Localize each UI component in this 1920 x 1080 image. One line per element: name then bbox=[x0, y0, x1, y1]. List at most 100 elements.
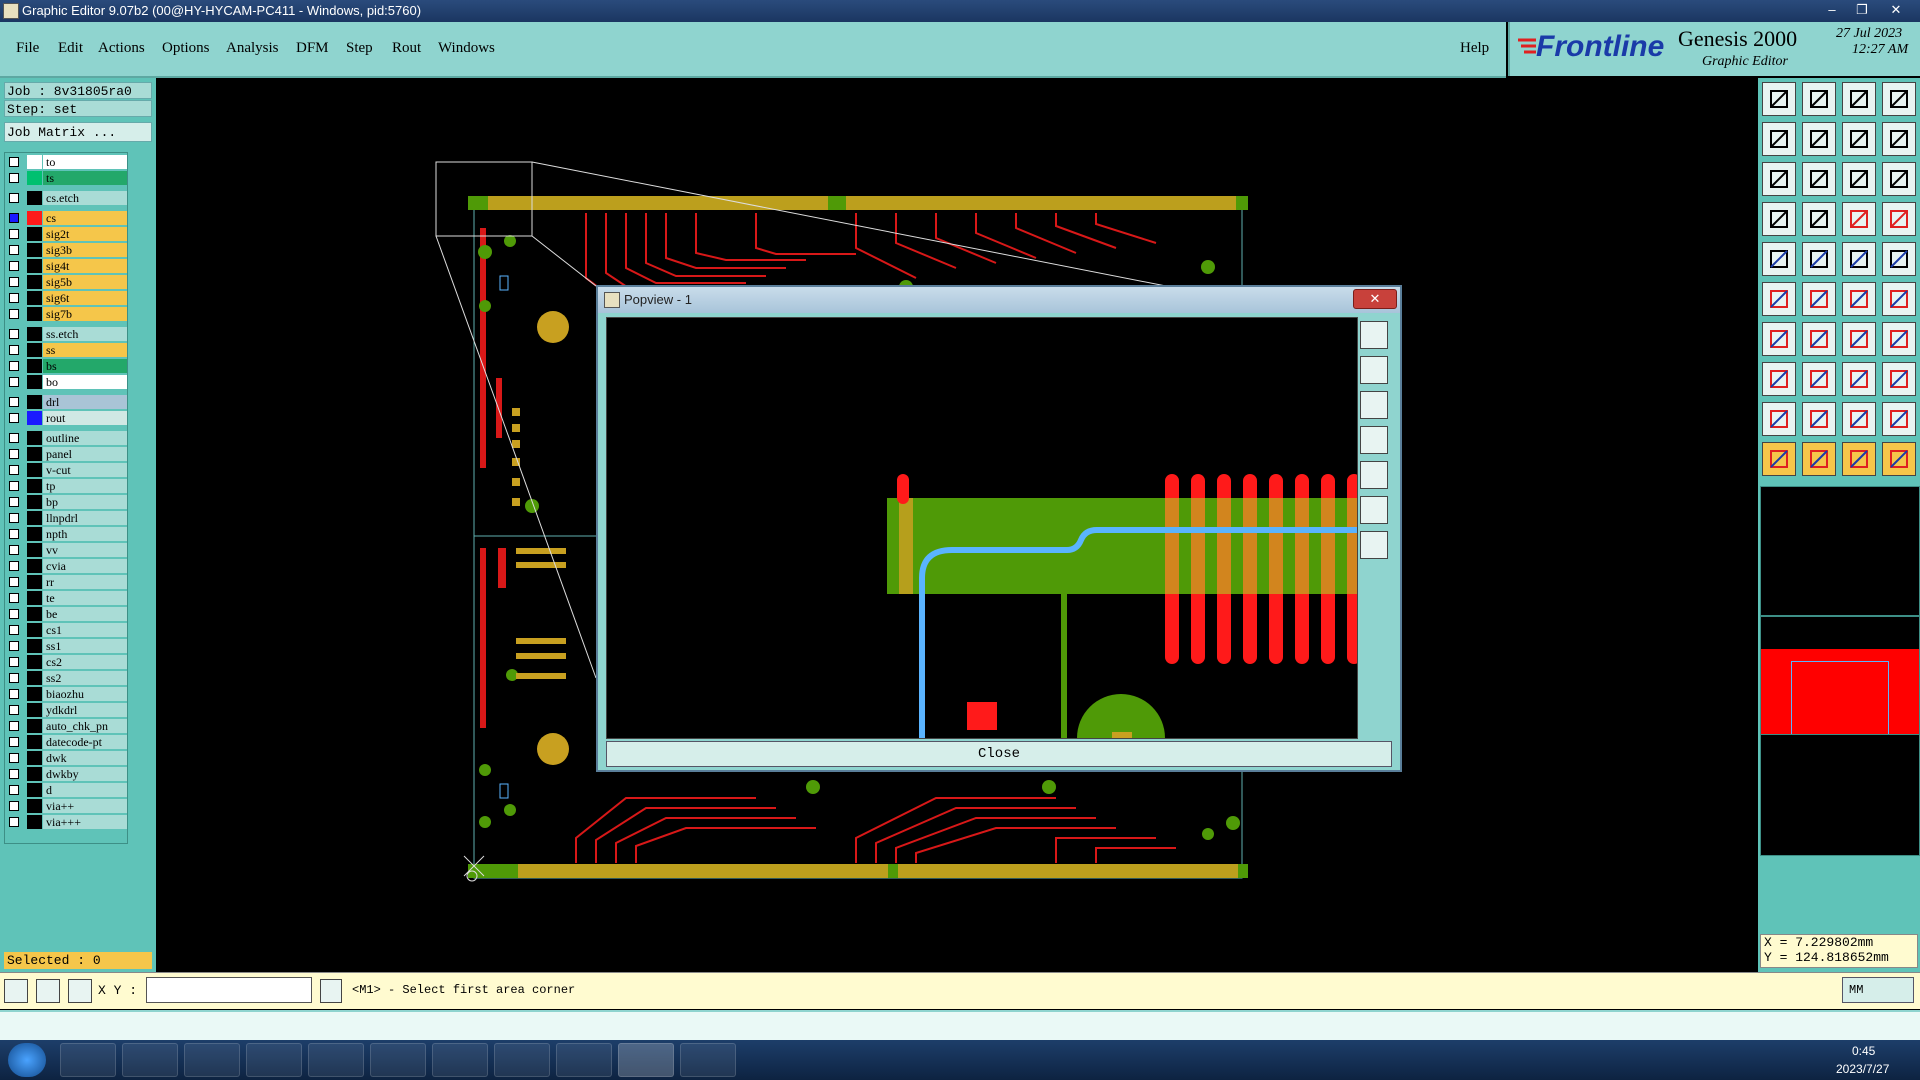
hand-icon[interactable] bbox=[1762, 202, 1796, 236]
layer-name[interactable]: sig3b bbox=[43, 243, 127, 257]
layer-color-swatch[interactable] bbox=[27, 655, 42, 669]
triangle-icon[interactable] bbox=[1762, 402, 1796, 436]
layer-visibility-checkbox[interactable] bbox=[9, 721, 19, 731]
triangle-a3-icon[interactable] bbox=[1882, 402, 1916, 436]
layer-name[interactable]: dwk bbox=[43, 751, 127, 765]
layer-name[interactable]: cs1 bbox=[43, 623, 127, 637]
layer-name[interactable]: vv bbox=[43, 543, 127, 557]
layer-color-swatch[interactable] bbox=[27, 359, 42, 373]
popview-pan-down-button[interactable] bbox=[1360, 391, 1388, 419]
layer-row-via++[interactable]: via++ bbox=[7, 799, 127, 813]
layer-visibility-checkbox[interactable] bbox=[9, 753, 19, 763]
layer-name[interactable]: via+++ bbox=[43, 815, 127, 829]
layer-color-swatch[interactable] bbox=[27, 687, 42, 701]
layer-color-swatch[interactable] bbox=[27, 411, 42, 425]
overview-map[interactable] bbox=[1760, 616, 1920, 759]
move-left-icon[interactable] bbox=[1762, 122, 1796, 156]
layer-visibility-checkbox[interactable] bbox=[9, 157, 19, 167]
layer-name[interactable]: ss bbox=[43, 343, 127, 357]
layer-visibility-checkbox[interactable] bbox=[9, 277, 19, 287]
save-icon[interactable] bbox=[1802, 82, 1836, 116]
layer-name[interactable]: llnpdrl bbox=[43, 511, 127, 525]
layer-row-ss1[interactable]: ss1 bbox=[7, 639, 127, 653]
layer-visibility-checkbox[interactable] bbox=[9, 413, 19, 423]
popview-canvas[interactable] bbox=[606, 317, 1358, 739]
layer-row-bs[interactable]: bs bbox=[7, 359, 127, 373]
snap-square-icon[interactable] bbox=[1762, 362, 1796, 396]
pointer-3-icon[interactable] bbox=[1842, 442, 1876, 476]
layer-color-swatch[interactable] bbox=[27, 191, 42, 205]
layer-color-swatch[interactable] bbox=[27, 211, 42, 225]
layer-color-swatch[interactable] bbox=[27, 703, 42, 717]
layer-color-swatch[interactable] bbox=[27, 607, 42, 621]
layer-visibility-checkbox[interactable] bbox=[9, 513, 19, 523]
snap-icon[interactable] bbox=[4, 979, 28, 1003]
layer-visibility-checkbox[interactable] bbox=[9, 689, 19, 699]
menu-step[interactable]: Step bbox=[346, 40, 373, 57]
layer-row-bo[interactable]: bo bbox=[7, 375, 127, 389]
menu-actions[interactable]: Actions bbox=[98, 40, 145, 57]
layer-row-ss[interactable]: ss bbox=[7, 343, 127, 357]
layer-visibility-checkbox[interactable] bbox=[9, 673, 19, 683]
layer-name[interactable]: tp bbox=[43, 479, 127, 493]
minimize-button[interactable]: – bbox=[1818, 1, 1846, 19]
layer-visibility-checkbox[interactable] bbox=[9, 229, 19, 239]
layer-visibility-checkbox[interactable] bbox=[9, 577, 19, 587]
layer-color-swatch[interactable] bbox=[27, 751, 42, 765]
xy-input[interactable] bbox=[146, 977, 312, 1003]
layer-name[interactable]: ss1 bbox=[43, 639, 127, 653]
layer-row-auto_chk_pn[interactable]: auto_chk_pn bbox=[7, 719, 127, 733]
layer-color-swatch[interactable] bbox=[27, 511, 42, 525]
split-icon[interactable] bbox=[1882, 322, 1916, 356]
pointer-4-icon[interactable] bbox=[1882, 442, 1916, 476]
layer-row-ydkdrl[interactable]: ydkdrl bbox=[7, 703, 127, 717]
layer-row-datecode-pt[interactable]: datecode-pt bbox=[7, 735, 127, 749]
open-icon[interactable] bbox=[1762, 82, 1796, 116]
layer-color-swatch[interactable] bbox=[27, 543, 42, 557]
layer-row-sig6t[interactable]: sig6t bbox=[7, 291, 127, 305]
layer-row-to[interactable]: to bbox=[7, 155, 127, 169]
layer-visibility-checkbox[interactable] bbox=[9, 657, 19, 667]
layer-name[interactable]: te bbox=[43, 591, 127, 605]
layer-visibility-checkbox[interactable] bbox=[9, 173, 19, 183]
measure-icon[interactable] bbox=[36, 979, 60, 1003]
layer-row-via+++[interactable]: via+++ bbox=[7, 815, 127, 829]
layer-color-swatch[interactable] bbox=[27, 479, 42, 493]
layer-visibility-checkbox[interactable] bbox=[9, 245, 19, 255]
layer-visibility-checkbox[interactable] bbox=[9, 309, 19, 319]
layer-name[interactable]: cs.etch bbox=[43, 191, 127, 205]
angle-icon[interactable] bbox=[1762, 322, 1796, 356]
popview-zoom-fit-button[interactable] bbox=[1360, 321, 1388, 349]
layer-row-vv[interactable]: vv bbox=[7, 543, 127, 557]
layer-color-swatch[interactable] bbox=[27, 591, 42, 605]
flip-icon[interactable] bbox=[1882, 122, 1916, 156]
mirror-icon[interactable] bbox=[1842, 122, 1876, 156]
layer-name[interactable]: bs bbox=[43, 359, 127, 373]
layer-row-outline[interactable]: outline bbox=[7, 431, 127, 445]
layer-name[interactable]: via++ bbox=[43, 799, 127, 813]
layer-row-sig3b[interactable]: sig3b bbox=[7, 243, 127, 257]
layer-color-swatch[interactable] bbox=[27, 575, 42, 589]
taskbar-app-excel[interactable] bbox=[432, 1043, 488, 1077]
dot-icon[interactable] bbox=[1882, 242, 1916, 276]
layer-name[interactable]: sig4t bbox=[43, 259, 127, 273]
triangle-a-icon[interactable] bbox=[1802, 402, 1836, 436]
layer-name[interactable]: ydkdrl bbox=[43, 703, 127, 717]
layer-visibility-checkbox[interactable] bbox=[9, 769, 19, 779]
layer-row-sig5b[interactable]: sig5b bbox=[7, 275, 127, 289]
layer-color-swatch[interactable] bbox=[27, 259, 42, 273]
layer-name[interactable]: sig6t bbox=[43, 291, 127, 305]
layer-row-rout[interactable]: rout bbox=[7, 411, 127, 425]
layer-red-2-icon[interactable] bbox=[1882, 202, 1916, 236]
layer-name[interactable]: d bbox=[43, 783, 127, 797]
menu-options[interactable]: Options bbox=[162, 40, 210, 57]
layer-color-swatch[interactable] bbox=[27, 291, 42, 305]
layer-visibility-checkbox[interactable] bbox=[9, 261, 19, 271]
layer-visibility-checkbox[interactable] bbox=[9, 737, 19, 747]
popview-pan-up-button[interactable] bbox=[1360, 356, 1388, 384]
layer-name[interactable]: v-cut bbox=[43, 463, 127, 477]
layer-name[interactable]: outline bbox=[43, 431, 127, 445]
home-icon[interactable] bbox=[1842, 82, 1876, 116]
cross-node-icon[interactable] bbox=[1802, 282, 1836, 316]
layer-row-sig4t[interactable]: sig4t bbox=[7, 259, 127, 273]
